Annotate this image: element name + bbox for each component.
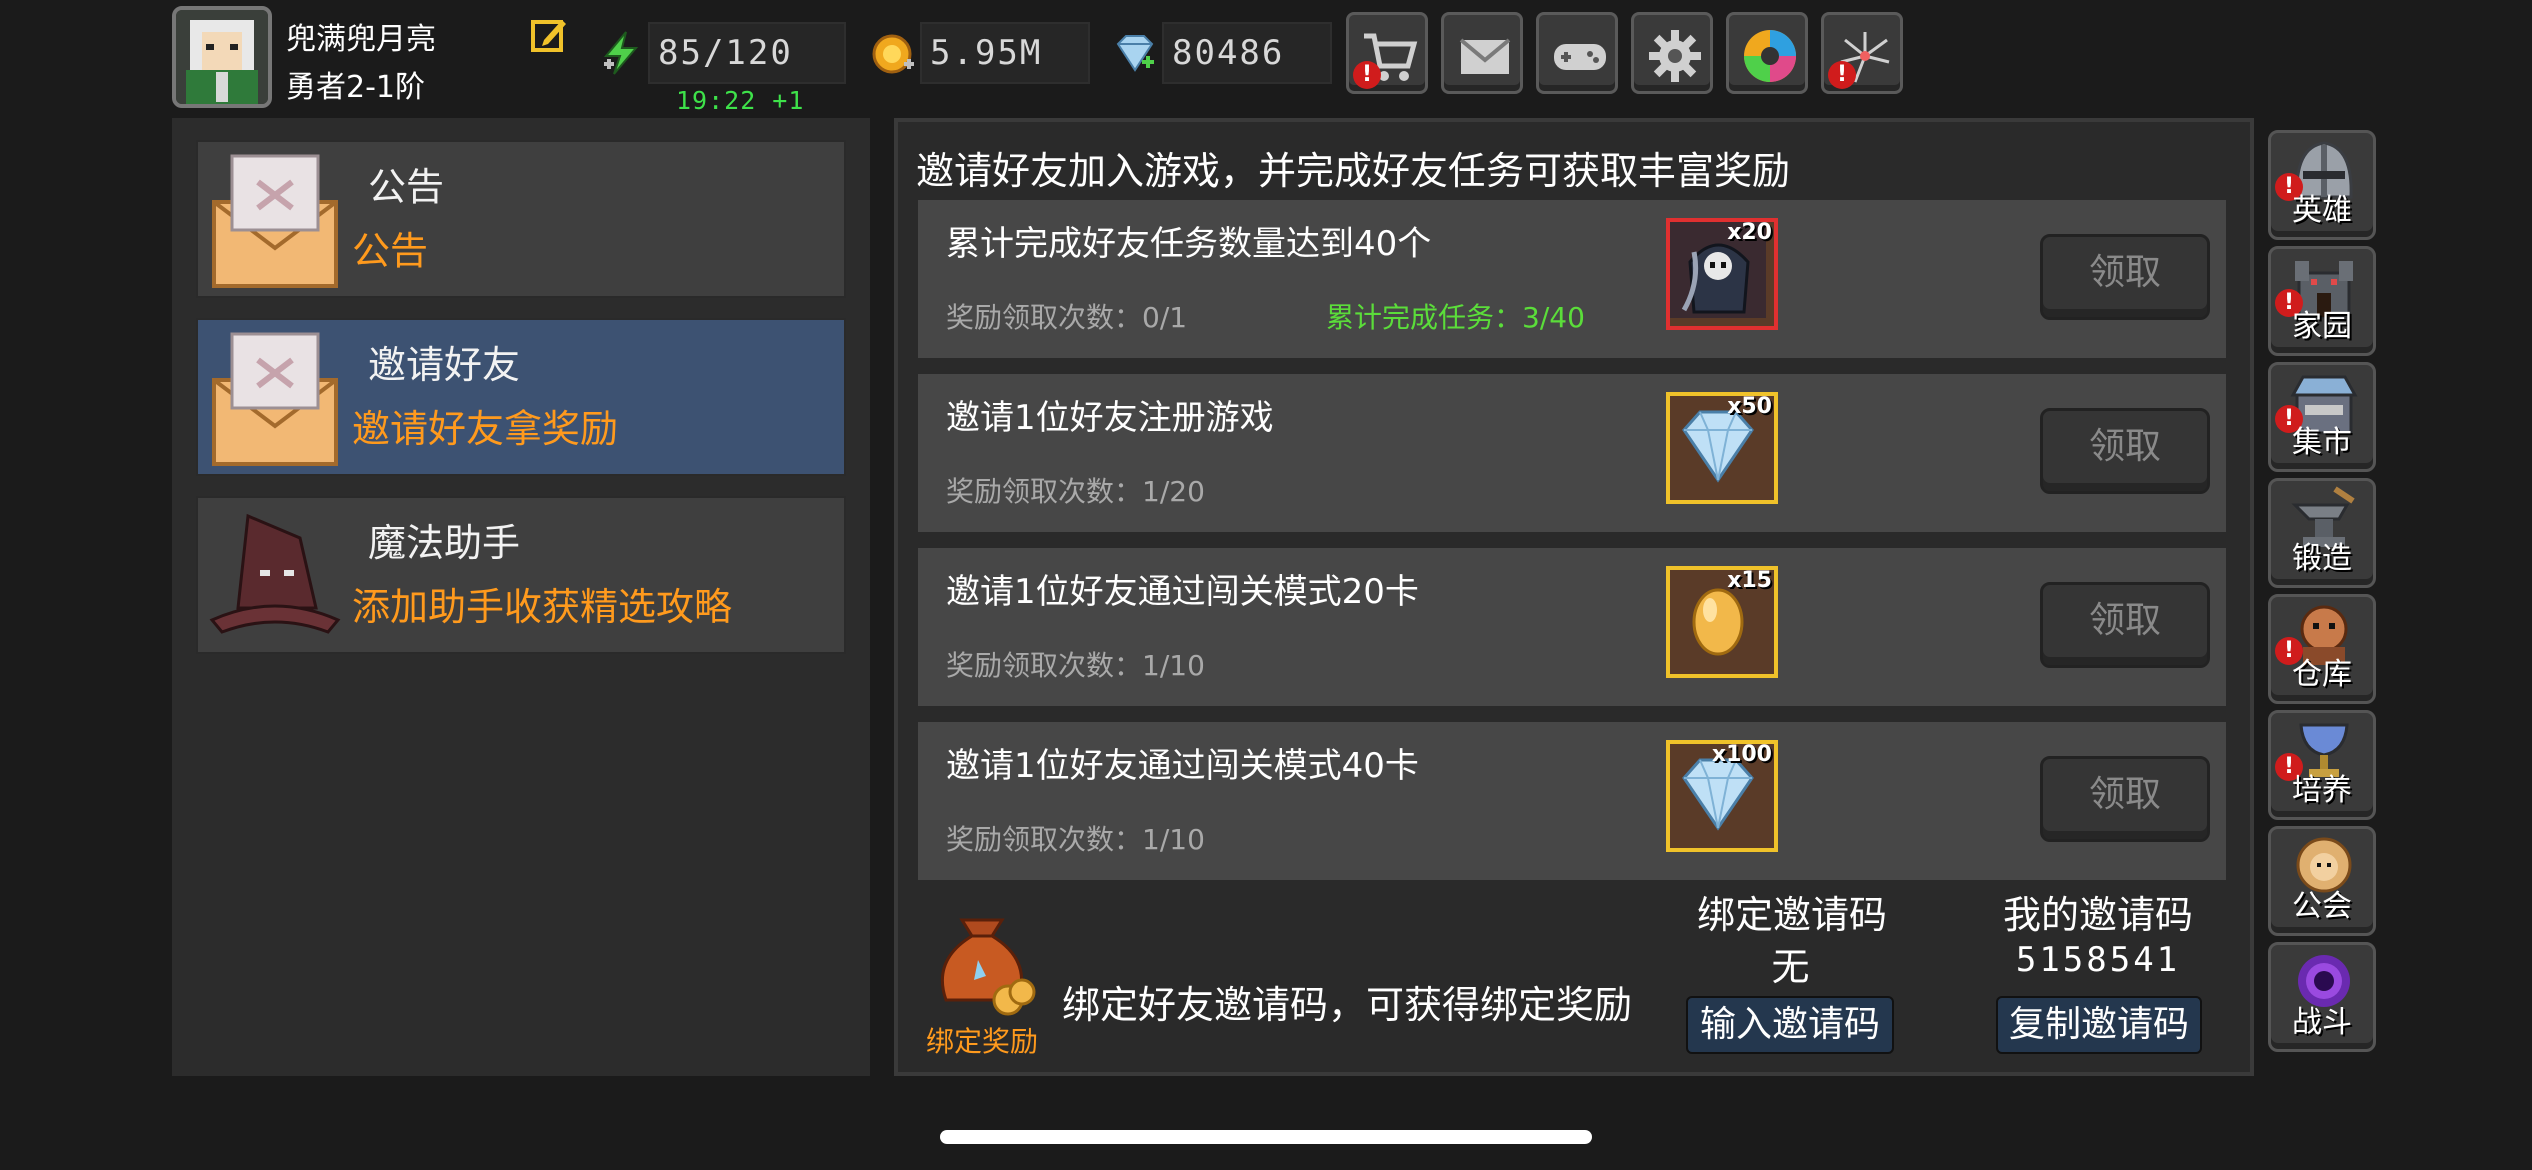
edit-name-button[interactable]: [530, 16, 568, 54]
my-code-value: 5158541: [2015, 940, 2181, 980]
nav-label: 战斗: [2292, 1005, 2352, 1040]
events-button[interactable]: !: [1821, 12, 1903, 94]
copy-invite-code-button[interactable]: 复制邀请码: [1996, 996, 2202, 1054]
enter-invite-code-button[interactable]: 输入邀请码: [1686, 996, 1894, 1054]
envelope-icon: [212, 332, 338, 466]
nav-market[interactable]: ! 集市: [2268, 362, 2376, 472]
reward-quantity: x50: [1727, 394, 1772, 419]
player-rank: 勇者2-1阶: [286, 70, 425, 105]
nav-label: 集市: [2292, 425, 2352, 460]
task-row: 邀请1位好友通过闯关模式20卡 奖励领取次数：1/10 x15 领取: [918, 548, 2226, 706]
gamepad-button[interactable]: [1536, 12, 1618, 94]
energy-icon: [598, 30, 644, 76]
nav-battle[interactable]: 战斗: [2268, 942, 2376, 1052]
money-bag-icon: [940, 918, 1036, 1016]
energy-timer: 19:22 +1: [676, 86, 805, 115]
mail-icon: [1459, 38, 1511, 74]
my-code-heading: 我的邀请码: [2002, 893, 2193, 937]
task-title: 邀请1位好友通过闯关模式20卡: [946, 572, 1419, 612]
player-avatar[interactable]: [172, 6, 272, 108]
nav-warehouse[interactable]: ! 仓库: [2268, 594, 2376, 704]
task-title: 邀请1位好友注册游戏: [946, 398, 1274, 438]
reward-quantity: x15: [1727, 568, 1772, 593]
witch-hat-icon: [209, 513, 341, 634]
edit-icon: [531, 20, 566, 52]
menu-item-announcement[interactable]: 公告 公告: [196, 140, 846, 298]
menu-item-invite-friends[interactable]: 邀请好友 邀请好友拿奖励: [196, 318, 846, 476]
task-row: 邀请1位好友注册游戏 奖励领取次数：1/20 x50 领取: [918, 374, 2226, 532]
nav-heroes[interactable]: ! 英雄: [2268, 130, 2376, 240]
envelope-icon: [212, 154, 338, 288]
bind-description: 绑定好友邀请码，可获得绑定奖励: [1062, 983, 1633, 1027]
nav-home[interactable]: ! 家园: [2268, 246, 2376, 356]
invite-panel-header: 邀请好友加入游戏，并完成好友任务可获取丰富奖励: [916, 149, 1791, 193]
nav-label: 锻造: [2292, 541, 2352, 576]
aperture-button[interactable]: [1726, 12, 1808, 94]
gear-icon: [1649, 30, 1701, 82]
elf-portrait-icon: [176, 10, 268, 104]
task-row: 邀请1位好友通过闯关模式40卡 奖励领取次数：1/10 x100 领取: [918, 722, 2226, 880]
reward-item[interactable]: x15: [1666, 566, 1778, 678]
menu-item-title: 邀请好友: [368, 343, 521, 387]
task-title: 累计完成好友任务数量达到40个: [946, 224, 1432, 264]
shop-cart-button[interactable]: !: [1346, 12, 1428, 94]
reward-quantity: x20: [1727, 220, 1772, 245]
menu-item-subtitle: 邀请好友拿奖励: [352, 407, 619, 451]
bind-reward-label: 绑定奖励: [926, 1025, 1039, 1058]
nav-label: 家园: [2292, 309, 2352, 344]
task-claim-count: 奖励领取次数：0/1: [946, 301, 1188, 334]
task-row: 累计完成好友任务数量达到40个 奖励领取次数：0/1 累计完成任务：3/40 x…: [918, 200, 2226, 358]
reward-item[interactable]: x100: [1666, 740, 1778, 852]
reward-quantity: x100: [1711, 742, 1772, 767]
nav-training[interactable]: ! 培养: [2268, 710, 2376, 820]
task-title: 邀请1位好友通过闯关模式40卡: [946, 746, 1419, 786]
task-claim-count: 奖励领取次数：1/10: [946, 823, 1205, 856]
menu-item-subtitle: 添加助手收获精选攻略: [352, 585, 733, 629]
reward-item[interactable]: x20: [1666, 218, 1778, 330]
nav-guild[interactable]: 公会: [2268, 826, 2376, 936]
menu-item-subtitle: 公告: [352, 229, 429, 273]
aperture-icon: [1744, 30, 1796, 82]
menu-item-title: 魔法助手: [368, 521, 521, 565]
bound-code-value: 无: [1771, 945, 1813, 989]
claim-button[interactable]: 领取: [2040, 408, 2210, 494]
bind-reward-bag[interactable]: [922, 900, 1042, 1020]
alert-badge: !: [1353, 61, 1381, 89]
nav-label: 公会: [2292, 889, 2352, 924]
energy-value: 85/120: [648, 22, 846, 84]
gem-icon: [1112, 30, 1158, 76]
mail-button[interactable]: [1441, 12, 1523, 94]
claim-button[interactable]: 领取: [2040, 234, 2210, 320]
claim-button[interactable]: 领取: [2040, 756, 2210, 842]
task-progress: 累计完成任务：3/40: [1326, 301, 1585, 334]
task-claim-count: 奖励领取次数：1/20: [946, 475, 1205, 508]
gold-coin-icon: [870, 30, 916, 76]
task-claim-count: 奖励领取次数：1/10: [946, 649, 1205, 682]
nav-label: 英雄: [2292, 193, 2352, 228]
menu-item-magic-assistant[interactable]: 魔法助手 添加助手收获精选攻略: [196, 496, 846, 654]
nav-label: 培养: [2292, 773, 2352, 808]
gold-value: 5.95M: [920, 22, 1090, 84]
claim-button[interactable]: 领取: [2040, 582, 2210, 668]
gamepad-icon: [1554, 44, 1606, 70]
nav-forge[interactable]: 锻造: [2268, 478, 2376, 588]
settings-button[interactable]: [1631, 12, 1713, 94]
alert-badge: !: [1828, 61, 1856, 89]
home-indicator[interactable]: [940, 1130, 1592, 1144]
gem-value: 80486: [1162, 22, 1332, 84]
menu-item-title: 公告: [368, 165, 445, 209]
reward-item[interactable]: x50: [1666, 392, 1778, 504]
player-name: 兜满兜月亮: [286, 22, 436, 57]
nav-label: 仓库: [2292, 657, 2352, 692]
bound-code-heading: 绑定邀请码: [1696, 893, 1887, 937]
